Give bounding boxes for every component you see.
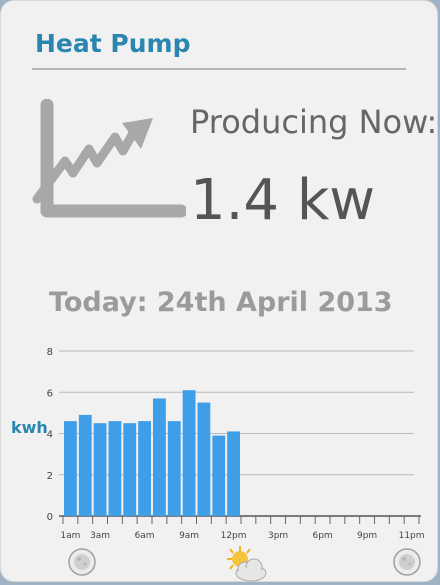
date-heading: Today: 24th April 2013 <box>49 287 393 318</box>
chart-x-tick-label: 1am <box>60 531 80 541</box>
chart-y-tick-label: 2 <box>47 471 53 482</box>
chart-x-tick-label: 3pm <box>268 531 288 541</box>
producing-now-value: 1.4 kw <box>190 168 376 233</box>
chart-y-tick-label: 8 <box>47 347 53 358</box>
widget-panel: Heat Pump Producing Now: 1.4 kw Today: 2… <box>0 0 438 582</box>
producing-now-label: Producing Now: <box>190 103 438 141</box>
chart-bar <box>153 398 166 516</box>
chart-bar <box>167 421 181 516</box>
energy-bar-chart: 0 2 4 6 8 1am 3am 6am 9am 12pm 3pm 6pm 9pm 11pm <box>47 347 425 541</box>
page-title: Heat Pump <box>35 29 191 58</box>
chart-y-tick-label: 0 <box>47 512 53 523</box>
chart-bar <box>212 435 226 516</box>
moon-icon[interactable] <box>392 547 422 577</box>
title-divider <box>32 68 406 70</box>
moon-icon[interactable] <box>67 547 97 577</box>
chart-bar <box>64 421 77 516</box>
chart-y-tick-label: 4 <box>47 430 53 441</box>
chart-x-tick-label: 6am <box>135 531 155 541</box>
chart-x-tick-label: 3am <box>90 531 110 541</box>
sun-cloud-icon[interactable] <box>223 545 269 585</box>
chart-bar <box>108 421 122 516</box>
chart-bar <box>93 423 107 516</box>
chart-bar <box>123 423 137 516</box>
chart-bar <box>138 421 151 516</box>
chart-bar <box>227 431 240 516</box>
growth-chart-icon <box>32 99 186 218</box>
chart-bar <box>78 414 92 516</box>
chart-x-tick-label: 9am <box>179 531 199 541</box>
chart-bar <box>182 390 196 516</box>
chart-bar <box>197 402 211 516</box>
chart-x-tick-label: 11pm <box>399 531 425 541</box>
chart-y-tick-label: 6 <box>47 388 53 399</box>
chart-x-tick-label: 12pm <box>221 531 247 541</box>
chart-x-tick-label: 6pm <box>312 531 332 541</box>
chart-x-tick-label: 9pm <box>357 531 377 541</box>
